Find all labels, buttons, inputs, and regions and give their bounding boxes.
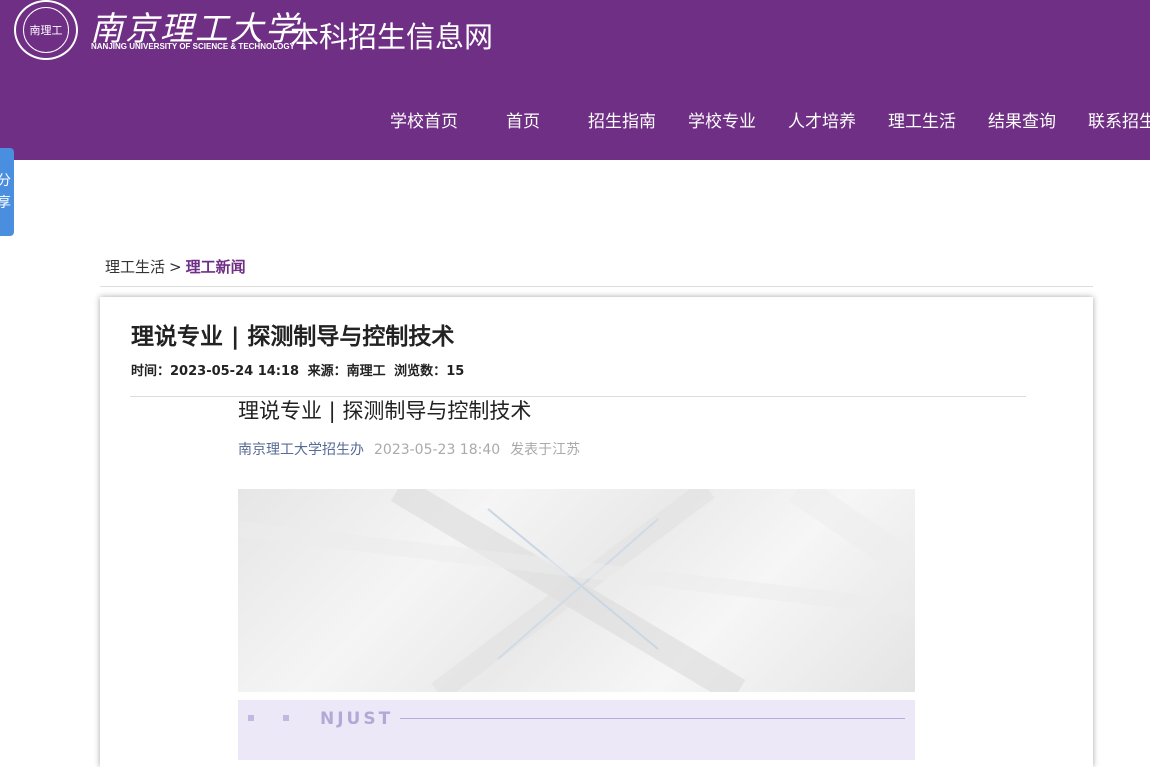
embedded-article-title: 理说专业 | 探测制导与控制技术 [238, 399, 532, 423]
source-value: 南理工 [346, 364, 386, 379]
embedded-author-link[interactable]: 南京理工大学招生办 [238, 442, 364, 458]
source-label: 来源： [307, 364, 347, 379]
views-label: 浏览数： [394, 364, 447, 379]
main-nav: 学校首页 首页 招生指南 学校专业 人才培养 理工生活 结果查询 联系招生 [390, 107, 1150, 132]
nav-item-school-home[interactable]: 学校首页 [390, 107, 458, 132]
share-label-1: 分 [0, 173, 11, 189]
seal-inner: 南理工 [23, 7, 69, 53]
breadcrumb-parent[interactable]: 理工生活 [105, 258, 165, 276]
strip-dot-1 [248, 715, 254, 721]
article-meta: 时间：2023-05-24 14:18 来源：南理工 浏览数：15 [131, 360, 468, 379]
site-name: 本科招生信息网 [290, 20, 494, 54]
seal-text: 南理工 [29, 24, 63, 37]
nav-item-contact[interactable]: 联系招生 [1088, 107, 1150, 132]
nav-item-admission-guide[interactable]: 招生指南 [588, 107, 656, 132]
share-label-2: 享 [0, 195, 11, 211]
strip-label: NJUST [320, 709, 394, 729]
nav-item-campus-life[interactable]: 理工生活 [888, 107, 956, 132]
breadcrumb-current[interactable]: 理工新闻 [186, 258, 246, 276]
time-label: 时间： [131, 364, 171, 379]
banner-pattern [238, 489, 915, 692]
nav-item-majors[interactable]: 学校专业 [688, 107, 756, 132]
embedded-location: 发表于江苏 [510, 442, 581, 458]
article-card: 理说专业 | 探测制导与控制技术 时间：2023-05-24 14:18 来源：… [100, 297, 1093, 767]
site-header: 南理工 南京理工大学 NANJING UNIVERSITY OF SCIENCE… [0, 0, 1150, 160]
nav-item-talent-training[interactable]: 人才培养 [788, 107, 856, 132]
publish-time: 2023-05-24 14:18 [170, 364, 300, 379]
nav-item-result-query[interactable]: 结果查询 [988, 107, 1056, 132]
strip-dot-2 [283, 715, 289, 721]
university-name-en: NANJING UNIVERSITY OF SCIENCE & TECHNOLO… [91, 42, 295, 51]
embedded-date: 2023-05-23 18:40 [374, 442, 501, 458]
nav-item-home[interactable]: 首页 [506, 107, 540, 132]
share-button[interactable]: 分 享 [0, 148, 14, 236]
breadcrumb-divider [100, 286, 1093, 287]
article-title: 理说专业 | 探测制导与控制技术 [131, 324, 455, 350]
breadcrumb-separator: > [169, 258, 182, 276]
strip-rule [400, 718, 905, 719]
breadcrumb: 理工生活 > 理工新闻 [105, 256, 246, 277]
embedded-article-meta: 南京理工大学招生办 2023-05-23 18:40 发表于江苏 [238, 439, 590, 459]
article-banner-image [238, 489, 915, 692]
views-count: 15 [446, 364, 465, 379]
university-seal-logo[interactable]: 南理工 [14, 0, 78, 60]
section-header-strip: NJUST [238, 700, 915, 760]
